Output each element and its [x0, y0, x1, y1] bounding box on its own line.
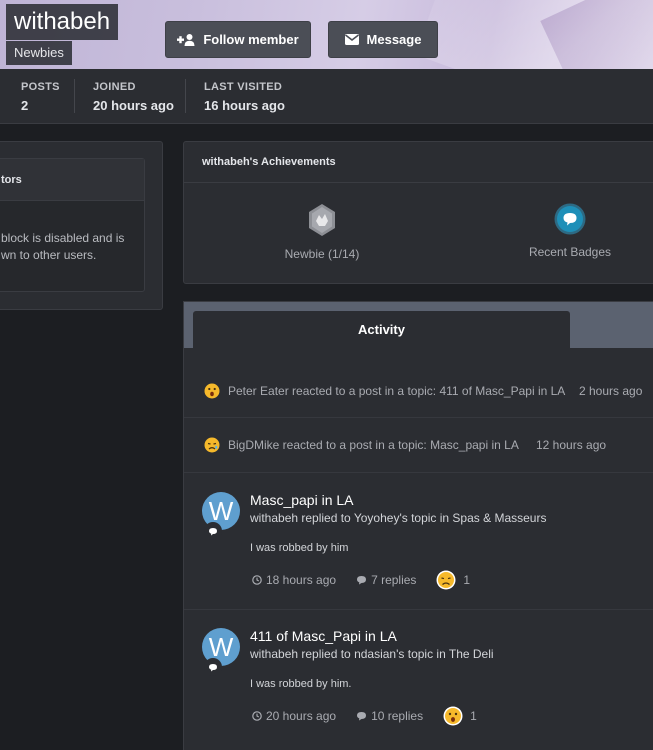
widget-text-line: wn to other users.: [1, 248, 97, 262]
profile-name: withabeh: [6, 4, 119, 40]
stat-label: LAST VISITED: [204, 81, 283, 93]
follow-member-label: Follow member: [203, 32, 299, 47]
post-time: 20 hours ago: [252, 709, 336, 723]
comment-icon: [357, 576, 367, 585]
user-plus-icon: [177, 33, 195, 46]
envelope-icon: [344, 34, 359, 45]
post-meta: 18 hours ago 7 replies 1: [252, 570, 470, 590]
reaction-text: BigDMike reacted to a post in a topic: M…: [228, 438, 519, 452]
post-replies[interactable]: 7 replies: [356, 573, 416, 587]
post-replies-text: 10 replies: [371, 709, 424, 723]
achievements-panel: withabeh's Achievements Newbie (1/14) Re…: [183, 141, 653, 284]
comment-icon: [357, 712, 367, 721]
comment-icon: [209, 663, 217, 671]
rank-item[interactable]: Newbie (1/14): [283, 203, 361, 261]
surprised-emoji-icon: [443, 706, 463, 726]
clock-icon: [252, 711, 262, 721]
stat-value: 2: [21, 98, 29, 113]
reaction-row: Peter Eater reacted to a post in a topic…: [184, 364, 653, 418]
reaction-text: Peter Eater reacted to a post in a topic…: [228, 383, 566, 398]
post-subtitle: withabeh replied to ndasian's topic in T…: [250, 647, 494, 661]
tab-activity[interactable]: Activity: [193, 311, 570, 349]
post-reactions[interactable]: 1: [443, 706, 477, 726]
post-title-link[interactable]: 411 of Masc_Papi in LA: [250, 628, 397, 644]
post-reactions[interactable]: 1: [436, 570, 470, 590]
widget-title: tors: [0, 159, 144, 201]
achievements-title: withabeh's Achievements: [184, 142, 653, 183]
stat-value: 20 hours ago: [93, 98, 174, 113]
stat-value: 16 hours ago: [204, 98, 285, 113]
comment-icon: [209, 527, 217, 535]
message-button[interactable]: Message: [328, 21, 438, 58]
sad-emoji-icon: [436, 570, 456, 590]
post-time-text: 18 hours ago: [266, 573, 337, 587]
speech-bubble-badge-icon: [554, 203, 586, 235]
post-replies-text: 7 replies: [371, 573, 417, 587]
stat-label: POSTS: [21, 81, 60, 93]
reaction-time: 12 hours ago: [536, 438, 607, 452]
sad-emoji-icon: [204, 437, 220, 453]
post-reaction-count: 1: [470, 709, 477, 723]
widget-text-line: block is disabled and is: [1, 231, 125, 245]
stat-last-visited: LAST VISITED 16 hours ago: [204, 81, 285, 113]
stat-posts: POSTS 2: [21, 81, 60, 113]
comment-badge: [204, 522, 222, 540]
message-label: Message: [366, 32, 422, 47]
post-subtitle: withabeh replied to Yoyohey's topic in S…: [250, 511, 547, 525]
post-time-text: 20 hours ago: [266, 709, 337, 723]
stat-joined: JOINED 20 hours ago: [93, 81, 174, 113]
activity-post: W 411 of Masc_Papi in LA withabeh replie…: [184, 610, 653, 750]
member-group: Newbies: [6, 41, 72, 65]
clock-icon: [252, 575, 262, 585]
comment-badge: [204, 658, 222, 676]
post-time: 18 hours ago: [252, 573, 336, 587]
stat-label: JOINED: [93, 81, 136, 93]
reaction-row: BigDMike reacted to a post in a topic: M…: [184, 418, 653, 473]
post-snippet: I was robbed by him.: [250, 678, 352, 690]
activity-post: W Masc_papi in LA withabeh replied to Yo…: [184, 474, 653, 610]
reaction-time: 2 hours ago: [579, 383, 643, 398]
recent-badges-label: Recent Badges: [528, 245, 612, 259]
surprised-emoji-icon: [204, 383, 220, 398]
post-replies[interactable]: 10 replies: [356, 709, 423, 723]
profile-visitors-widget: tors block is disabled and is wn to othe…: [0, 158, 145, 292]
rank-badge-icon: [309, 204, 335, 236]
follow-member-button[interactable]: Follow member: [165, 21, 311, 58]
rank-label: Newbie (1/14): [284, 247, 360, 261]
post-reaction-count: 1: [463, 573, 471, 587]
post-snippet: I was robbed by him: [250, 542, 349, 554]
post-meta: 20 hours ago 10 replies 1: [252, 706, 477, 726]
profile-stats-bar: POSTS 2 JOINED 20 hours ago LAST VISITED…: [0, 69, 653, 124]
activity-panel: Activity Peter Eater reacted to a post i…: [183, 301, 653, 750]
post-title-link[interactable]: Masc_papi in LA: [250, 492, 354, 508]
recent-badges-item[interactable]: Recent Badges: [526, 203, 614, 259]
